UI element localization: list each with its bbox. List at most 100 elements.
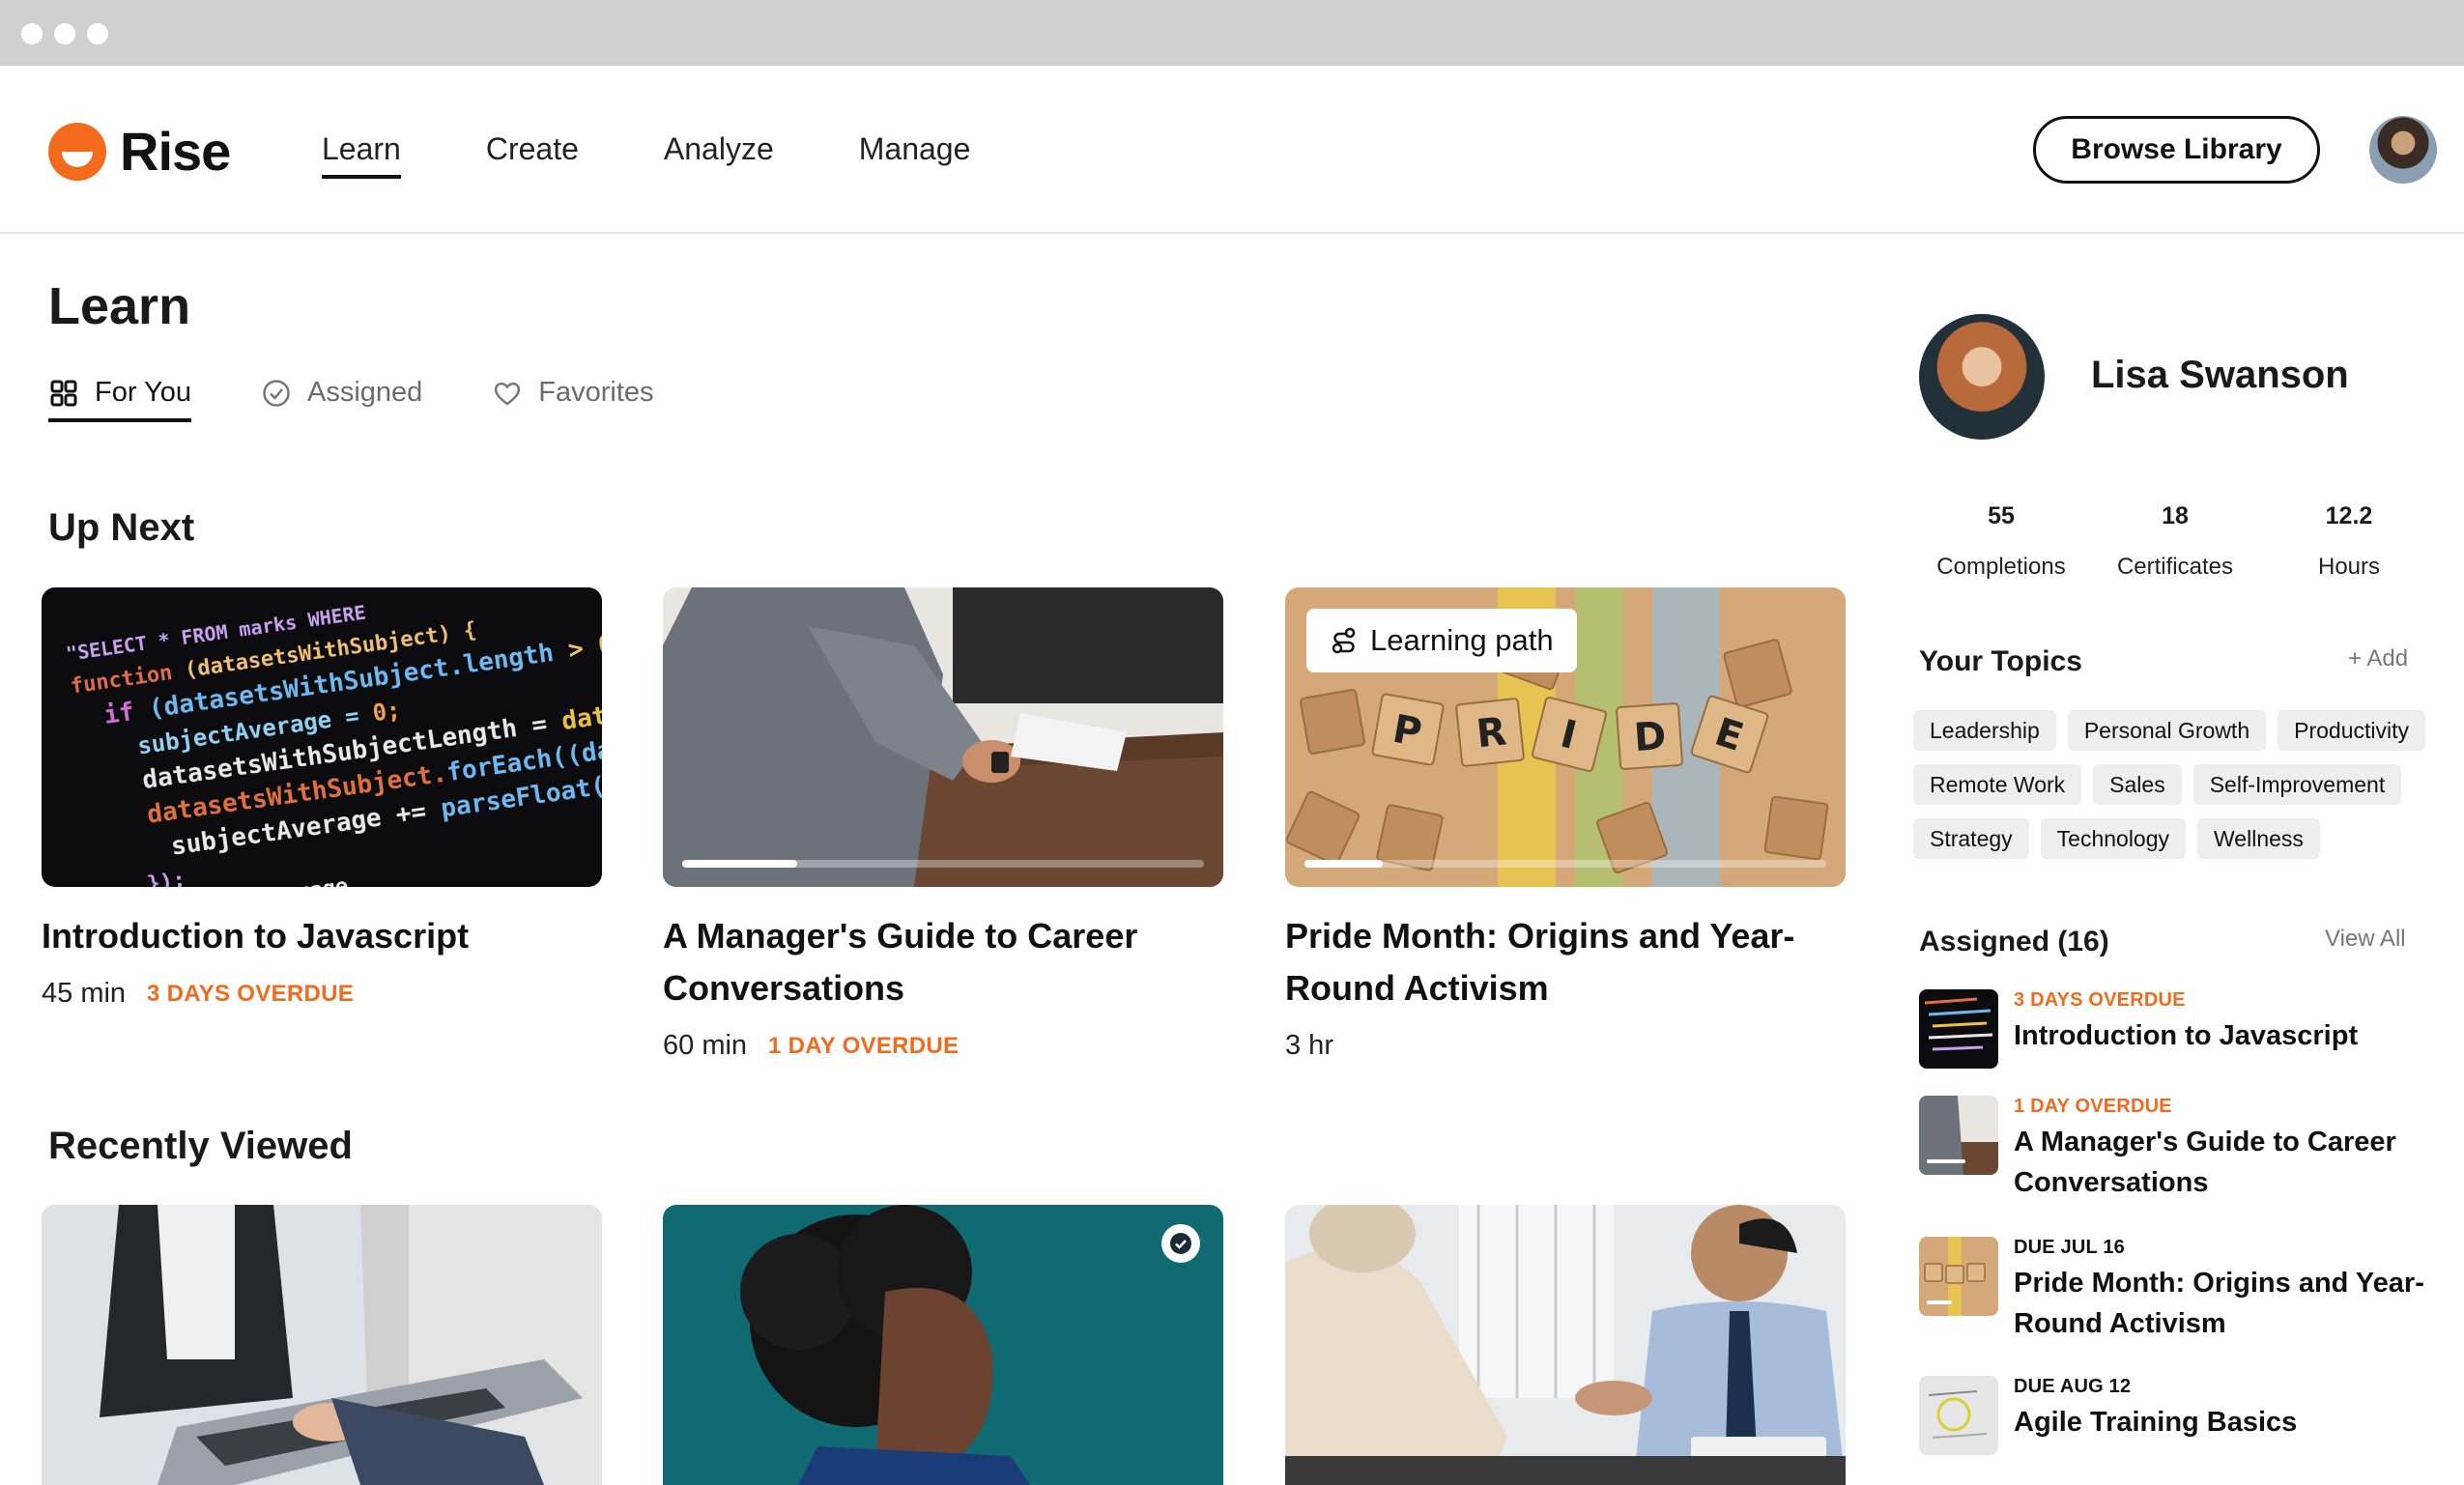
overdue-status: 3 DAYS OVERDUE (147, 980, 355, 1007)
learning-path-badge: Learning path (1306, 609, 1577, 672)
course-meta: 60 min 1 DAY OVERDUE (663, 1030, 1223, 1062)
window-dot-icon[interactable] (21, 23, 43, 44)
topics-heading: Your Topics (1919, 645, 2082, 677)
course-duration: 45 min (42, 978, 127, 1009)
course-thumbnail[interactable]: P R I D E Learning path (1285, 587, 1846, 887)
app-logo[interactable]: Rise (48, 120, 231, 183)
course-title[interactable]: Introduction to Javascript (42, 910, 602, 962)
course-meta: 45 min 3 DAYS OVERDUE (42, 978, 602, 1010)
course-duration: 60 min (663, 1030, 748, 1061)
app-name: Rise (120, 121, 231, 182)
stat-label: Certificates (2116, 554, 2234, 580)
assigned-status: 1 DAY OVERDUE (2014, 1096, 2172, 1117)
topic-chip[interactable]: Self-Improvement (2192, 764, 2402, 805)
progress-bar (1304, 860, 1826, 868)
topic-chip[interactable]: Wellness (2197, 818, 2320, 859)
check-circle-icon (261, 378, 292, 409)
heart-icon (492, 378, 523, 409)
browse-library-button[interactable]: Browse Library (2033, 116, 2320, 184)
add-topic-button[interactable]: + Add (2348, 645, 2408, 672)
nav-analyze[interactable]: Analyze (664, 131, 774, 179)
path-icon (1330, 626, 1359, 655)
assigned-thumbnail (1919, 989, 1998, 1069)
assigned-title[interactable]: Agile Training Basics (2014, 1402, 2297, 1442)
course-meta: 3 hr (1285, 1030, 1846, 1062)
browser-chrome (0, 0, 2464, 66)
badge-label: Learning path (1370, 623, 1554, 657)
up-next-heading: Up Next (48, 506, 195, 549)
topic-chip[interactable]: Leadership (1913, 710, 2056, 751)
assigned-item[interactable]: DUE AUG 12 Agile Training Basics (1919, 1376, 2441, 1455)
svg-text:D: D (1633, 714, 1668, 760)
meeting-photo (663, 587, 1223, 887)
stat-value: 12.2 (2325, 502, 2373, 529)
assigned-text: DUE AUG 12 Agile Training Basics (2014, 1376, 2297, 1455)
completed-check-icon (1161, 1224, 1200, 1263)
assigned-status: DUE AUG 12 (2014, 1376, 2132, 1397)
assigned-title[interactable]: Introduction to Javascript (2014, 1015, 2358, 1056)
nav-manage[interactable]: Manage (859, 131, 971, 179)
assigned-thumbnail (1919, 1096, 1998, 1175)
stat-value: 55 (1988, 502, 2015, 529)
assigned-item[interactable]: DUE JUL 16 Pride Month: Origins and Year… (1919, 1237, 2441, 1344)
assigned-text: 3 DAYS OVERDUE Introduction to Javascrip… (2014, 989, 2358, 1069)
assigned-title[interactable]: A Manager's Guide to Career Conversation… (2014, 1122, 2441, 1203)
stat-hours: 12.2 Hours (2267, 502, 2431, 581)
stat-value: 18 (2162, 502, 2189, 529)
topic-chip[interactable]: Remote Work (1913, 764, 2082, 805)
assigned-item[interactable]: 1 DAY OVERDUE A Manager's Guide to Caree… (1919, 1096, 2441, 1203)
laptop-photo (42, 1205, 602, 1485)
progress-fill (1304, 860, 1383, 868)
rise-logo-icon (48, 122, 106, 181)
nav-create[interactable]: Create (486, 131, 579, 179)
tab-label: For You (95, 377, 191, 408)
nav-learn[interactable]: Learn (322, 131, 401, 179)
course-title[interactable]: A Manager's Guide to Career Conversation… (663, 910, 1223, 1014)
topic-chip[interactable]: Productivity (2278, 710, 2425, 751)
page-title: Learn (48, 277, 191, 335)
profile-stats: 55 Completions 18 Certificates 12.2 Hour… (1919, 502, 2431, 581)
recent-course-thumbnail[interactable] (663, 1205, 1223, 1485)
tab-favorites[interactable]: Favorites (492, 377, 654, 420)
handshake-photo (1285, 1205, 1846, 1485)
progress-bar (682, 860, 1204, 868)
course-card[interactable]: P R I D E Learning path Pride Month: Ori… (1285, 587, 1846, 1062)
topic-chip[interactable]: Personal Growth (2067, 710, 2267, 751)
stat-label: Hours (2317, 554, 2381, 580)
course-card[interactable]: A Manager's Guide to Career Conversation… (663, 587, 1223, 1062)
course-card[interactable]: "SELECT * FROM marks WHERE function (dat… (42, 587, 602, 1010)
course-thumbnail[interactable]: "SELECT * FROM marks WHERE function (dat… (42, 587, 602, 887)
assigned-thumbnail (1919, 1237, 1998, 1316)
topic-chip[interactable]: Sales (2093, 764, 2182, 805)
progress-fill (682, 860, 797, 868)
course-title[interactable]: Pride Month: Origins and Year-Round Acti… (1285, 910, 1846, 1014)
grid-icon (48, 378, 79, 409)
assigned-text: 1 DAY OVERDUE A Manager's Guide to Caree… (2014, 1096, 2441, 1203)
window-dot-icon[interactable] (54, 23, 75, 44)
top-header: Rise Learn Create Analyze Manage Browse … (0, 66, 2464, 234)
topic-chip[interactable]: Technology (2040, 818, 2187, 859)
assigned-text: DUE JUL 16 Pride Month: Origins and Year… (2014, 1237, 2441, 1344)
user-avatar[interactable] (2369, 116, 2437, 184)
topic-chip[interactable]: Strategy (1913, 818, 2029, 859)
profile-avatar[interactable] (1919, 314, 2045, 440)
view-all-link[interactable]: View All (2325, 926, 2406, 953)
code-image: "SELECT * FROM marks WHERE function (dat… (65, 601, 602, 887)
recent-course-thumbnail[interactable] (42, 1205, 602, 1485)
assigned-item[interactable]: 3 DAYS OVERDUE Introduction to Javascrip… (1919, 989, 2441, 1069)
tab-for-you[interactable]: For You (48, 377, 191, 422)
tab-assigned[interactable]: Assigned (261, 377, 422, 420)
stat-certificates: 18 Certificates (2093, 502, 2257, 581)
learn-tabs: For You Assigned Favorites (48, 377, 724, 422)
window-dot-icon[interactable] (87, 23, 108, 44)
recent-course-thumbnail[interactable] (1285, 1205, 1846, 1485)
assigned-status: 3 DAYS OVERDUE (2014, 989, 2186, 1011)
topic-list: Leadership Personal Growth Productivity … (1913, 710, 2454, 872)
assigned-title[interactable]: Pride Month: Origins and Year-Round Acti… (2014, 1263, 2441, 1344)
course-thumbnail[interactable] (663, 587, 1223, 887)
overdue-status: 1 DAY OVERDUE (768, 1032, 960, 1059)
assigned-heading: Assigned (16) (1919, 926, 2109, 957)
profile-name: Lisa Swanson (2091, 354, 2349, 396)
svg-text:R: R (1475, 709, 1508, 757)
assigned-status: DUE JUL 16 (2014, 1237, 2126, 1258)
